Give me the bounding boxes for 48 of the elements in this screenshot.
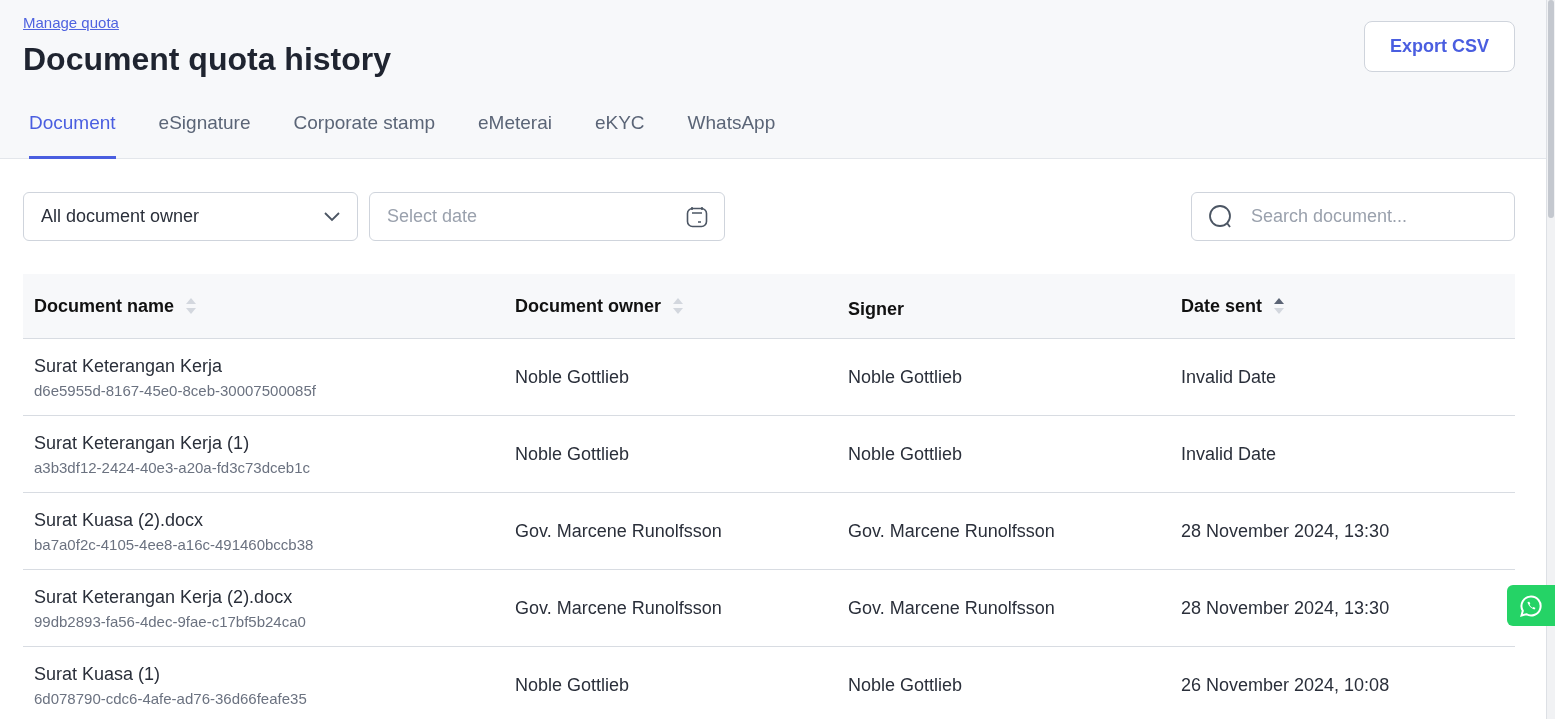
document-id: d6e5955d-8167-45e0-8ceb-30007500085f <box>34 381 317 399</box>
document-name: Surat Kuasa (2).docx <box>34 509 205 531</box>
document-name: Surat Keterangan Kerja (2).docx <box>34 586 294 608</box>
date-cell-text: 28 November 2024, 13:30 <box>1180 597 1391 619</box>
column-header: Document owner <box>515 295 661 317</box>
date-cell-text: 26 November 2024, 10:08 <box>1180 674 1391 696</box>
document-id: ba7a0f2c-4105-4ee8-a16c-491460bccb38 <box>34 535 315 553</box>
search-field[interactable]: Search document... <box>1191 192 1515 241</box>
owner-cell-text: Noble Gottlieb <box>514 366 631 388</box>
date-cell-text: 28 November 2024, 13:30 <box>1180 520 1391 542</box>
signer-cell-text: Gov. Marcene Runolfsson <box>847 597 1056 619</box>
owner-cell-text: Gov. Marcene Runolfsson <box>514 520 723 542</box>
signer-cell-text: Noble Gottlieb <box>847 443 964 465</box>
document-name: Surat Keterangan Kerja <box>34 355 224 377</box>
tab[interactable]: eSignature <box>158 112 251 159</box>
page-title: Document quota history <box>23 41 391 78</box>
column-header: Document name <box>34 295 175 317</box>
export-button[interactable]: Export CSV <box>1364 21 1515 72</box>
owner-cell-text: Noble Gottlieb <box>514 674 631 696</box>
tab[interactable]: Document <box>29 112 116 159</box>
tab[interactable]: eMeterai <box>478 112 552 159</box>
owner-cell-text: Noble Gottlieb <box>514 443 631 465</box>
document-name: Surat Kuasa (1) <box>34 663 162 685</box>
chat-bubble-icon <box>1519 593 1543 618</box>
search-icon <box>1208 203 1234 230</box>
calendar-icon <box>686 205 708 228</box>
signer-cell-text: Noble Gottlieb <box>847 674 964 696</box>
owner-select[interactable]: All document owner <box>23 192 358 241</box>
chevron-down-icon <box>324 211 340 222</box>
scrollbar[interactable] <box>1546 0 1555 719</box>
whatsapp-button[interactable] <box>1507 585 1555 626</box>
document-id: 99db2893-fa56-4dec-9fae-c17bf5b24ca0 <box>34 612 307 630</box>
date-cell-text: Invalid Date <box>1180 443 1278 465</box>
date-cell-text: Invalid Date <box>1180 366 1278 388</box>
signer-cell-text: Gov. Marcene Runolfsson <box>847 520 1056 542</box>
column-header: Signer <box>848 298 904 320</box>
owner-cell-text: Gov. Marcene Runolfsson <box>514 597 723 619</box>
document-id: a3b3df12-2424-40e3-a20a-fd3c73dceb1c <box>34 458 312 476</box>
document-name: Surat Keterangan Kerja (1) <box>34 432 251 454</box>
breadcrumb-link[interactable]: Manage quota <box>23 14 391 31</box>
tab[interactable]: Corporate stamp <box>293 112 436 159</box>
document-id: 6d078790-cdc6-4afe-ad76-36d66feafe35 <box>34 689 308 707</box>
date-field[interactable]: Select date <box>369 192 725 241</box>
sort-icon[interactable] <box>1274 297 1285 315</box>
tab[interactable]: eKYC <box>594 112 645 159</box>
column-header: Date sent <box>1181 295 1263 317</box>
tab[interactable]: WhatsApp <box>687 112 776 159</box>
signer-cell-text: Noble Gottlieb <box>847 366 964 388</box>
